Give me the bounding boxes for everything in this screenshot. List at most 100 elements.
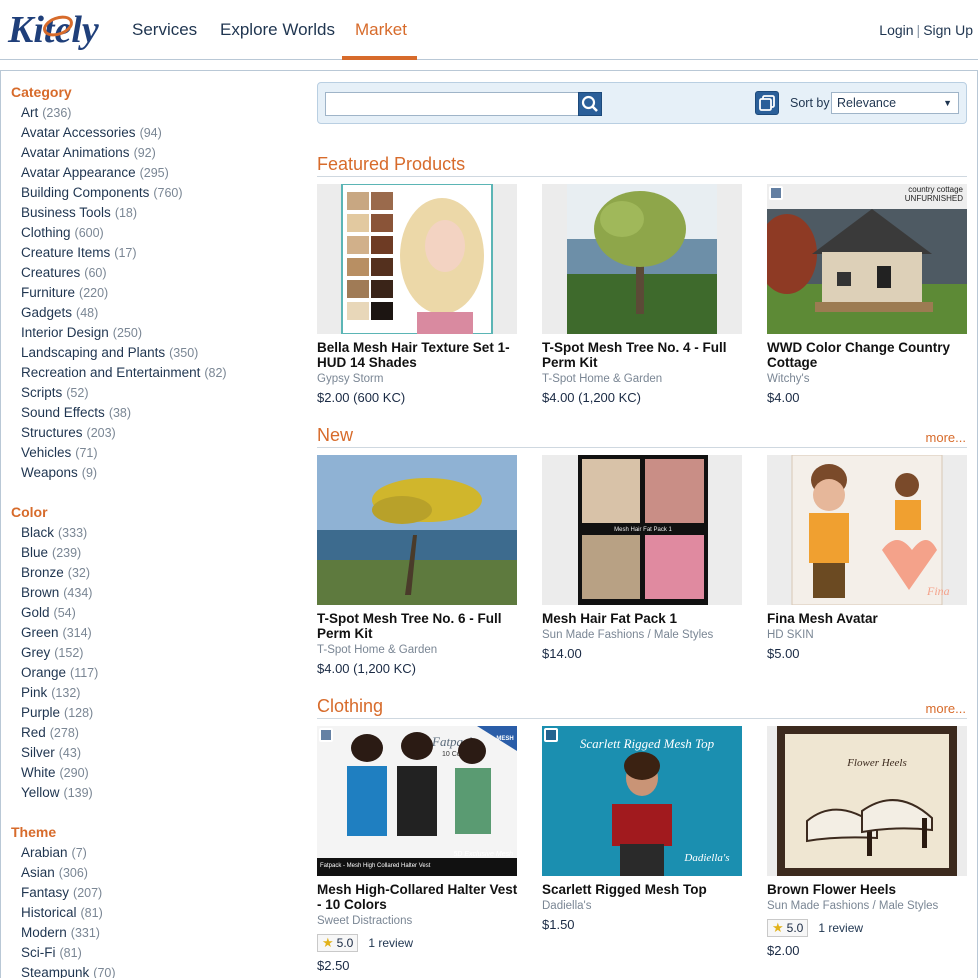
facet-item[interactable]: Pink (132): [11, 683, 291, 703]
facet-item[interactable]: Grey (152): [11, 643, 291, 663]
product-thumbnail[interactable]: [542, 184, 742, 334]
vest-caption: Fatpack - Mesh High Collared Halter Vest: [320, 863, 431, 869]
view-toggle-button[interactable]: [755, 91, 779, 115]
product-rating[interactable]: ★ 5.0 1 review: [317, 933, 518, 953]
facet-item[interactable]: Business Tools (18): [11, 203, 291, 223]
product-card[interactable]: Bella Mesh Hair Texture Set 1- HUD 14 Sh…: [317, 184, 518, 405]
facet-item[interactable]: Furniture (220): [11, 283, 291, 303]
product-card[interactable]: T-Spot Mesh Tree No. 6 - Full Perm Kit T…: [317, 455, 518, 676]
product-seller[interactable]: HD SKIN: [767, 629, 968, 641]
facet-item[interactable]: Brown (434): [11, 583, 291, 603]
product-title[interactable]: T-Spot Mesh Tree No. 4 - Full Perm Kit: [542, 340, 743, 370]
product-thumbnail[interactable]: [317, 184, 517, 334]
product-thumbnail[interactable]: Scarlett Rigged Mesh Top Dadiella's: [542, 726, 742, 876]
product-rating[interactable]: ★ 5.0 1 review: [767, 918, 968, 938]
facet-item[interactable]: Creature Items (17): [11, 243, 291, 263]
product-thumbnail[interactable]: [317, 455, 517, 605]
facet-item-count: (128): [64, 706, 94, 720]
heels-title: Flower Heels: [846, 757, 907, 769]
product-title[interactable]: Brown Flower Heels: [767, 882, 968, 897]
facet-item[interactable]: Orange (117): [11, 663, 291, 683]
product-seller[interactable]: Sweet Distractions: [317, 915, 518, 927]
facet-item[interactable]: Interior Design (250): [11, 323, 291, 343]
facet-item[interactable]: Green (314): [11, 623, 291, 643]
product-seller[interactable]: Sun Made Fashions / Male Styles: [542, 629, 743, 641]
facet-item[interactable]: Asian (306): [11, 863, 291, 883]
product-title[interactable]: Fina Mesh Avatar: [767, 611, 968, 626]
product-thumbnail[interactable]: Fatpack 10 Colors MESH Fatpack - Mesh Hi…: [317, 726, 517, 876]
nav-market[interactable]: Market: [355, 20, 407, 40]
facet-item[interactable]: Weapons (9): [11, 463, 291, 483]
product-card[interactable]: Fina Fina Mesh Avatar HD SKIN $5.00: [767, 455, 968, 661]
nav-explore-worlds[interactable]: Explore Worlds: [220, 20, 335, 40]
facet-item[interactable]: Bronze (32): [11, 563, 291, 583]
facet-item[interactable]: Modern (331): [11, 923, 291, 943]
facet-item[interactable]: Building Components (760): [11, 183, 291, 203]
facet-item[interactable]: Avatar Animations (92): [11, 143, 291, 163]
facet-item[interactable]: Gold (54): [11, 603, 291, 623]
product-thumbnail[interactable]: country cottage UNFURNISHED: [767, 184, 967, 334]
facet-item[interactable]: Arabian (7): [11, 843, 291, 863]
signup-link[interactable]: Sign Up: [923, 22, 973, 38]
facet-item[interactable]: Scripts (52): [11, 383, 291, 403]
facet-item[interactable]: Sci-Fi (81): [11, 943, 291, 963]
login-link[interactable]: Login: [879, 22, 913, 38]
search-button[interactable]: [578, 92, 602, 116]
facet-item-label: Gadgets: [21, 305, 73, 320]
nav-services[interactable]: Services: [132, 20, 197, 40]
facet-item[interactable]: Silver (43): [11, 743, 291, 763]
product-card[interactable]: Fatpack 10 Colors MESH Fatpack - Mesh Hi…: [317, 726, 518, 973]
product-card[interactable]: T-Spot Mesh Tree No. 4 - Full Perm Kit T…: [542, 184, 743, 405]
product-seller[interactable]: T-Spot Home & Garden: [542, 373, 743, 385]
product-card[interactable]: Mesh Hair Fat Pack 1 Mesh Hair Fat Pack …: [542, 455, 743, 661]
facet-item[interactable]: Blue (239): [11, 543, 291, 563]
review-count[interactable]: 1 review: [368, 936, 413, 950]
facet-title: Color: [11, 504, 48, 520]
facet-item-label: Bronze: [21, 565, 64, 580]
sort-select[interactable]: Relevance ▼: [831, 92, 959, 114]
facet-item[interactable]: Steampunk (70): [11, 963, 291, 978]
facet-item[interactable]: Landscaping and Plants (350): [11, 343, 291, 363]
product-seller[interactable]: Sun Made Fashions / Male Styles: [767, 900, 968, 912]
product-seller[interactable]: Dadiella's: [542, 900, 743, 912]
facet-item[interactable]: White (290): [11, 763, 291, 783]
product-thumbnail[interactable]: Fina: [767, 455, 967, 605]
facet-item[interactable]: Fantasy (207): [11, 883, 291, 903]
product-thumbnail[interactable]: Flower Heels: [767, 726, 967, 876]
product-thumbnail[interactable]: Mesh Hair Fat Pack 1: [542, 455, 742, 605]
search-input[interactable]: [325, 92, 579, 116]
facet-item[interactable]: Historical (81): [11, 903, 291, 923]
product-title[interactable]: T-Spot Mesh Tree No. 6 - Full Perm Kit: [317, 611, 518, 641]
facet-item[interactable]: Avatar Appearance (295): [11, 163, 291, 183]
facet-item[interactable]: Clothing (600): [11, 223, 291, 243]
kitely-logo[interactable]: Kitely: [6, 6, 110, 52]
product-seller[interactable]: Gypsy Storm: [317, 373, 518, 385]
product-card[interactable]: country cottage UNFURNISHED WWD Color Ch…: [767, 184, 968, 405]
facet-item[interactable]: Art (236): [11, 103, 291, 123]
product-title[interactable]: WWD Color Change Country Cottage: [767, 340, 968, 370]
product-seller[interactable]: Witchy's: [767, 373, 968, 385]
product-title[interactable]: Mesh Hair Fat Pack 1: [542, 611, 743, 626]
product-title[interactable]: Bella Mesh Hair Texture Set 1- HUD 14 Sh…: [317, 340, 518, 370]
product-title[interactable]: Mesh High-Collared Halter Vest - 10 Colo…: [317, 882, 518, 912]
facet-item[interactable]: Creatures (60): [11, 263, 291, 283]
review-count[interactable]: 1 review: [818, 921, 863, 935]
section-divider: [317, 447, 967, 448]
facet-item[interactable]: Sound Effects (38): [11, 403, 291, 423]
clothing-more-link[interactable]: more...: [926, 701, 966, 716]
product-title[interactable]: Scarlett Rigged Mesh Top: [542, 882, 743, 897]
product-card[interactable]: Flower Heels Brown Flower Heels Sun Made…: [767, 726, 968, 958]
facet-item[interactable]: Structures (203): [11, 423, 291, 443]
facet-item-count: (333): [58, 526, 88, 540]
facet-item[interactable]: Avatar Accessories (94): [11, 123, 291, 143]
facet-item[interactable]: Vehicles (71): [11, 443, 291, 463]
new-more-link[interactable]: more...: [926, 430, 966, 445]
product-seller[interactable]: T-Spot Home & Garden: [317, 644, 518, 656]
facet-item[interactable]: Recreation and Entertainment (82): [11, 363, 291, 383]
facet-item[interactable]: Gadgets (48): [11, 303, 291, 323]
facet-item[interactable]: Black (333): [11, 523, 291, 543]
facet-item[interactable]: Red (278): [11, 723, 291, 743]
facet-item[interactable]: Purple (128): [11, 703, 291, 723]
facet-item[interactable]: Yellow (139): [11, 783, 291, 803]
product-card[interactable]: Scarlett Rigged Mesh Top Dadiella's Scar…: [542, 726, 743, 932]
